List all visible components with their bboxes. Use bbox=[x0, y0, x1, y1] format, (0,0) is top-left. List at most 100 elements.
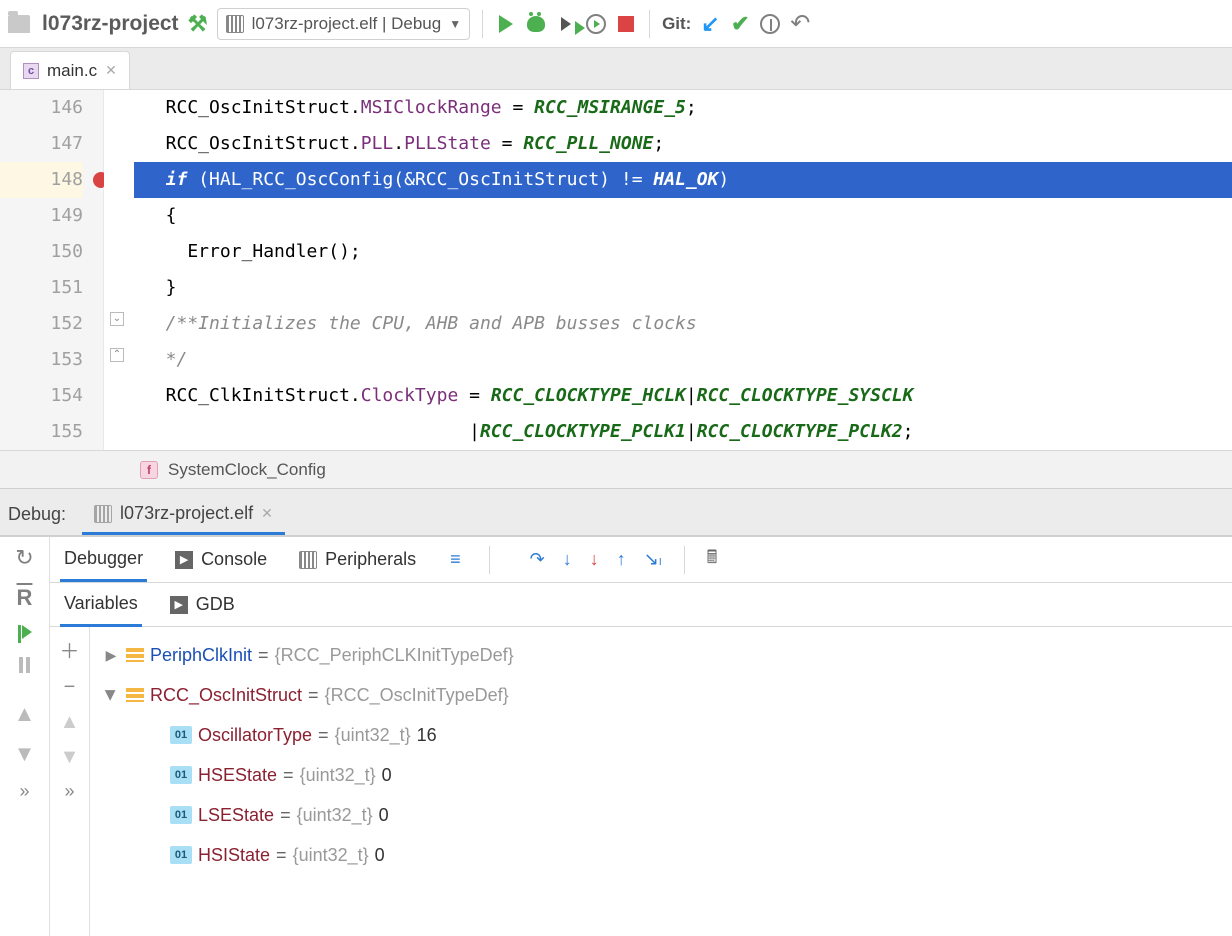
variable-name: LSEState bbox=[198, 805, 274, 826]
line-number[interactable]: 154 bbox=[0, 378, 83, 414]
line-number[interactable]: 146 bbox=[0, 90, 83, 126]
code-body[interactable]: RCC_OscInitStruct.MSIClockRange = RCC_MS… bbox=[134, 90, 1232, 450]
run-config-selector[interactable]: l073rz-project.elf | Debug ▼ bbox=[217, 8, 471, 40]
run-with-coverage-button[interactable] bbox=[555, 13, 577, 35]
tab-debugger[interactable]: Debugger bbox=[60, 538, 147, 582]
frames-icon[interactable]: ≡ bbox=[450, 549, 461, 570]
project-name: l073rz-project bbox=[42, 12, 179, 36]
move-down-button[interactable]: ▼ bbox=[60, 746, 80, 769]
debug-header: Debug: l073rz-project.elf ✕ bbox=[0, 489, 1232, 537]
code-line[interactable]: /**Initializes the CPU, AHB and APB buss… bbox=[134, 306, 1232, 342]
toolbar-separator bbox=[684, 546, 685, 574]
variable-type: {uint32_t} bbox=[300, 765, 376, 786]
code-line[interactable]: RCC_OscInitStruct.PLL.PLLState = RCC_PLL… bbox=[134, 126, 1232, 162]
more-button[interactable]: » bbox=[64, 781, 74, 802]
close-icon[interactable]: ✕ bbox=[261, 505, 273, 522]
variable-row[interactable]: 01 HSEState = {uint32_t} 0 bbox=[98, 755, 1232, 795]
move-up-button[interactable]: ▲ bbox=[60, 711, 80, 734]
chip-icon bbox=[94, 505, 112, 523]
run-button[interactable] bbox=[495, 13, 517, 35]
evaluate-button[interactable]: 🖩 bbox=[707, 545, 718, 575]
fold-marker-icon[interactable]: ⌄ bbox=[110, 312, 124, 326]
code-line[interactable]: { bbox=[134, 198, 1232, 234]
code-editor[interactable]: 146 147 148 149 150 151 152 153 154 155 … bbox=[0, 90, 1232, 450]
variable-type: {RCC_OscInitTypeDef} bbox=[325, 685, 509, 706]
line-number[interactable]: 151 bbox=[0, 270, 83, 306]
git-history-button[interactable] bbox=[759, 13, 781, 35]
code-line[interactable]: RCC_ClkInitStruct.ClockType = RCC_CLOCKT… bbox=[134, 378, 1232, 414]
step-out-button[interactable]: ↑ bbox=[617, 549, 626, 570]
line-number[interactable]: 150 bbox=[0, 234, 83, 270]
git-revert-button[interactable]: ↶ bbox=[789, 13, 811, 35]
line-number-breakpoint[interactable]: 148 bbox=[0, 162, 83, 198]
line-number[interactable]: 155 bbox=[0, 414, 83, 450]
tab-gdb[interactable]: ▶GDB bbox=[166, 584, 239, 625]
more-button[interactable]: » bbox=[19, 781, 29, 802]
code-line[interactable]: } bbox=[134, 270, 1232, 306]
variable-row[interactable]: ▶ PeriphClkInit = {RCC_PeriphCLKInitType… bbox=[98, 635, 1232, 675]
code-line[interactable]: Error_Handler(); bbox=[134, 234, 1232, 270]
git-label: Git: bbox=[662, 14, 691, 34]
int-icon: 01 bbox=[170, 846, 192, 864]
expand-toggle-icon[interactable]: ▶ bbox=[103, 686, 120, 704]
git-update-button[interactable]: ↙ bbox=[699, 13, 721, 35]
remove-watch-button[interactable]: − bbox=[64, 676, 76, 699]
scroll-up-button[interactable]: ▲ bbox=[14, 701, 36, 727]
profile-button[interactable] bbox=[585, 13, 607, 35]
tab-variables[interactable]: Variables bbox=[60, 583, 142, 627]
circle-play-icon bbox=[586, 14, 606, 34]
struct-icon bbox=[126, 688, 144, 702]
add-watch-button[interactable]: ＋ bbox=[60, 635, 80, 664]
scroll-down-button[interactable]: ▼ bbox=[14, 741, 36, 767]
debug-title: Debug: bbox=[8, 504, 66, 535]
debug-button[interactable] bbox=[525, 13, 547, 35]
stop-button[interactable] bbox=[615, 13, 637, 35]
tab-peripherals[interactable]: Peripherals bbox=[295, 539, 420, 580]
line-number[interactable]: 147 bbox=[0, 126, 83, 162]
variable-name: HSIState bbox=[198, 845, 270, 866]
tab-console[interactable]: ▶Console bbox=[171, 539, 271, 580]
editor-tab-main-c[interactable]: c main.c ✕ bbox=[10, 51, 130, 89]
debug-tabs-primary: Debugger ▶Console Peripherals ≡ ↷ ↓ ↓ ↑ … bbox=[50, 537, 1232, 583]
variable-type: {uint32_t} bbox=[335, 725, 411, 746]
forward-bug-icon bbox=[561, 17, 571, 31]
variable-row[interactable]: ▶ RCC_OscInitStruct = {RCC_OscInitTypeDe… bbox=[98, 675, 1232, 715]
code-line[interactable]: RCC_OscInitStruct.MSIClockRange = RCC_MS… bbox=[134, 90, 1232, 126]
code-line-current[interactable]: if (HAL_RCC_OscConfig(&RCC_OscInitStruct… bbox=[134, 162, 1232, 198]
variable-row[interactable]: 01 HSIState = {uint32_t} 0 bbox=[98, 835, 1232, 875]
fold-marker-icon[interactable]: ⌃ bbox=[110, 348, 124, 362]
resume-button[interactable] bbox=[18, 625, 32, 643]
code-line[interactable]: */ bbox=[134, 342, 1232, 378]
run-to-cursor-button[interactable]: ↘I bbox=[644, 549, 662, 570]
variable-row[interactable]: 01 LSEState = {uint32_t} 0 bbox=[98, 795, 1232, 835]
rerun-button[interactable]: ↻ bbox=[15, 545, 33, 571]
build-hammer-icon[interactable]: ⚒ bbox=[187, 13, 209, 35]
console-icon: ▶ bbox=[170, 596, 188, 614]
line-number[interactable]: 152 bbox=[0, 306, 83, 342]
debug-session-tab[interactable]: l073rz-project.elf ✕ bbox=[82, 495, 285, 535]
fold-column: ⌄ ⌃ bbox=[104, 90, 134, 450]
c-file-icon: c bbox=[23, 63, 39, 79]
step-over-button[interactable]: ↷ bbox=[530, 549, 545, 570]
debug-tabs-secondary: Variables ▶GDB bbox=[50, 583, 1232, 627]
line-number[interactable]: 153 bbox=[0, 342, 83, 378]
toolbar-separator bbox=[489, 546, 490, 574]
step-into-button[interactable]: ↓ bbox=[563, 549, 572, 570]
force-step-into-button[interactable]: ↓ bbox=[590, 549, 599, 570]
pause-button[interactable] bbox=[19, 657, 30, 673]
run-config-label: l073rz-project.elf | Debug bbox=[252, 14, 442, 34]
variables-tree[interactable]: ▶ PeriphClkInit = {RCC_PeriphCLKInitType… bbox=[90, 627, 1232, 936]
code-line[interactable]: |RCC_CLOCKTYPE_PCLK1|RCC_CLOCKTYPE_PCLK2… bbox=[134, 414, 1232, 450]
variable-row[interactable]: 01 OscillatorType = {uint32_t} 16 bbox=[98, 715, 1232, 755]
variable-name: PeriphClkInit bbox=[150, 645, 252, 666]
breadcrumb[interactable]: f SystemClock_Config bbox=[0, 450, 1232, 488]
reset-button[interactable]: R bbox=[17, 585, 33, 611]
line-number[interactable]: 149 bbox=[0, 198, 83, 234]
console-icon: ▶ bbox=[175, 551, 193, 569]
git-commit-button[interactable]: ✔ bbox=[729, 13, 751, 35]
function-icon: f bbox=[140, 461, 158, 479]
bug-icon bbox=[527, 16, 545, 32]
expand-toggle-icon[interactable]: ▶ bbox=[102, 647, 120, 664]
project-folder-icon bbox=[8, 15, 30, 33]
close-icon[interactable]: ✕ bbox=[105, 62, 117, 79]
